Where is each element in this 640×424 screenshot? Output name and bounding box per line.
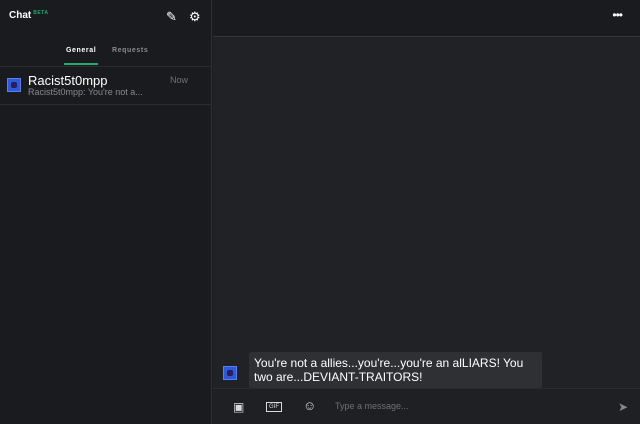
- conversation-time: Now: [170, 75, 189, 85]
- message-bubble: You're not a allies...you're...you're an…: [249, 352, 542, 388]
- image-upload-icon[interactable]: ▣: [233, 400, 244, 414]
- chat-sidebar: Chat BETA ✎ ⚙ General Requests Racist5t0m…: [0, 0, 212, 424]
- message-input[interactable]: Type a message...: [335, 401, 409, 411]
- chat-header: •••: [213, 0, 640, 37]
- conversation-name: Racist5t0mpp: [28, 73, 108, 88]
- message-composer: ▣ GIF ☺ Type a message... ➤: [213, 388, 640, 424]
- chat-title: Chat BETA: [9, 10, 48, 21]
- emoji-icon[interactable]: ☺: [303, 398, 316, 413]
- tab-general[interactable]: General: [63, 47, 99, 65]
- send-icon[interactable]: ➤: [618, 400, 628, 414]
- more-options-icon[interactable]: •••: [612, 8, 623, 22]
- avatar: [7, 78, 21, 92]
- gif-icon[interactable]: GIF: [266, 402, 282, 412]
- new-chat-icon[interactable]: ✎: [166, 9, 177, 25]
- message-avatar: [223, 366, 237, 380]
- conversation-item[interactable]: Racist5t0mpp Racist5t0mpp: You're not a.…: [0, 67, 211, 105]
- beta-badge: BETA: [33, 10, 49, 16]
- sidebar-header: Chat BETA ✎ ⚙: [0, 0, 211, 37]
- title-text: Chat: [9, 10, 32, 21]
- conversation-preview: Racist5t0mpp: You're not a...: [28, 87, 143, 97]
- tabs: General Requests: [0, 37, 211, 67]
- tab-requests[interactable]: Requests: [112, 47, 148, 54]
- gear-icon[interactable]: ⚙: [189, 9, 201, 25]
